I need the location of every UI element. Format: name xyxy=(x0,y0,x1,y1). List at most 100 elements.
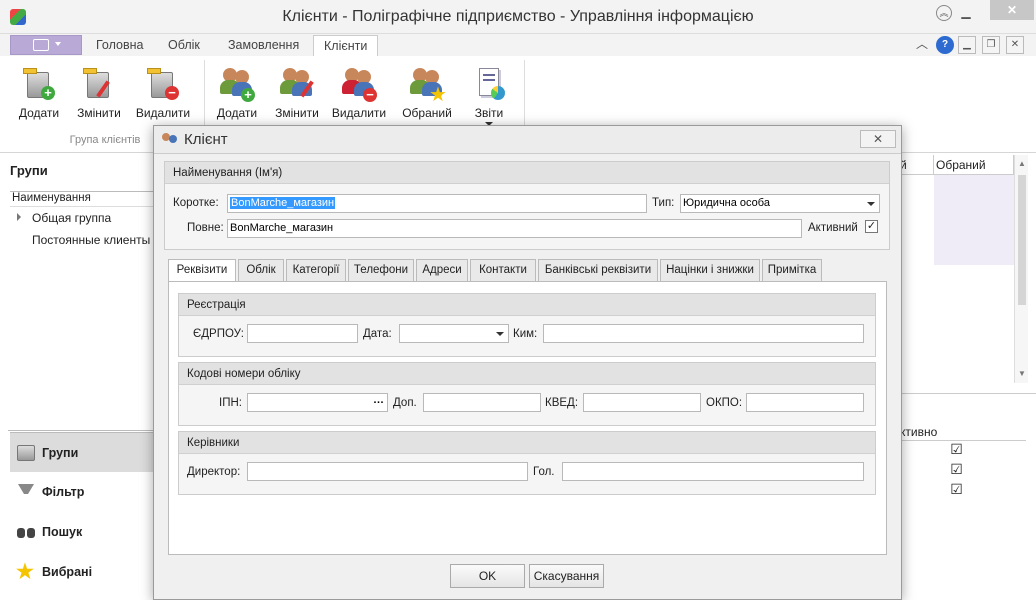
app-menu-icon xyxy=(33,39,49,51)
help-icon[interactable]: ? xyxy=(936,36,954,54)
director-label: Директор: xyxy=(187,466,241,478)
group-add-button[interactable]: + Додати xyxy=(10,60,68,130)
cancel-button[interactable]: Скасування xyxy=(529,564,604,588)
tree-item-regular[interactable]: Постоянные клиенты xyxy=(10,229,156,251)
dialog-title: Клієнт xyxy=(184,131,228,148)
group-edit-icon xyxy=(81,66,117,102)
short-name-input[interactable]: BonMarche_магазин xyxy=(227,194,647,213)
type-select[interactable]: Юридична особа xyxy=(680,194,880,213)
dop-input[interactable] xyxy=(423,393,541,412)
client-edit-button[interactable]: Змінити xyxy=(268,60,326,130)
tab-accounting[interactable]: Облік xyxy=(158,35,210,56)
chevron-down-icon xyxy=(55,42,61,46)
tab-bank[interactable]: Банківські реквізити xyxy=(538,259,658,282)
full-name-input[interactable]: BonMarche_магазин xyxy=(227,219,802,238)
scroll-up-icon[interactable]: ▲ xyxy=(1018,159,1026,168)
tab-categories[interactable]: Категорії xyxy=(286,259,346,282)
tab-note[interactable]: Примітка xyxy=(762,259,822,282)
dialog-close-button[interactable]: ✕ xyxy=(860,130,896,148)
mdi-close-button[interactable]: ✕ xyxy=(1006,36,1024,54)
short-name-value: BonMarche_магазин xyxy=(230,197,336,209)
ipn-input[interactable]: … xyxy=(247,393,388,412)
ipn-more-button[interactable]: … xyxy=(373,394,384,406)
group-delete-button[interactable]: − Видалити xyxy=(134,60,192,130)
group-delete-label: Видалити xyxy=(135,106,191,120)
short-label: Коротке: xyxy=(173,197,219,209)
managers-title: Керівники xyxy=(179,432,875,454)
client-favorite-button[interactable]: ★ Обраний xyxy=(398,60,456,130)
collapse-ribbon-icon[interactable]: ︽ xyxy=(936,5,952,21)
grid2-checkbox[interactable]: ☑ xyxy=(950,482,963,497)
issued-by-label: Ким: xyxy=(513,328,538,340)
ok-button[interactable]: OK xyxy=(450,564,525,588)
type-value: Юридична особа xyxy=(683,197,770,209)
type-label: Тип: xyxy=(652,197,675,209)
okpo-label: ОКПО: xyxy=(706,397,743,409)
nav-filter[interactable]: Фільтр xyxy=(10,472,154,512)
nav-search-label: Пошук xyxy=(42,525,83,539)
active-checkbox[interactable]: ✓ xyxy=(865,220,878,233)
client-dialog: Клієнт ✕ Найменування (Ім'я) Коротке: Bo… xyxy=(153,125,902,600)
requisites-page: Реєстрація ЄДРПОУ: Дата: Ким: Кодові ном… xyxy=(168,281,887,555)
group-add-icon: + xyxy=(21,66,57,102)
group-delete-icon: − xyxy=(145,66,181,102)
grid2-header-active[interactable]: ктивно xyxy=(890,421,1026,441)
grid2-checkbox[interactable]: ☑ xyxy=(950,462,963,477)
managers-group: Керівники Директор: Гол. xyxy=(178,431,876,495)
date-label: Дата: xyxy=(363,328,392,340)
tab-orders[interactable]: Замовлення xyxy=(218,35,309,56)
tab-markups[interactable]: Націнки і знижки xyxy=(660,259,760,282)
issued-by-input[interactable] xyxy=(543,324,864,343)
nav-filter-label: Фільтр xyxy=(42,485,85,499)
tab-accounting[interactable]: Облік xyxy=(238,259,284,282)
reports-label: Звіти xyxy=(474,106,504,120)
client-add-label: Додати xyxy=(216,106,258,120)
grid-header-favorite[interactable]: Обраний xyxy=(934,155,1014,175)
tab-home[interactable]: Головна xyxy=(86,35,154,56)
reports-button[interactable]: Звіти xyxy=(460,60,518,130)
tab-contacts[interactable]: Контакти xyxy=(470,259,536,282)
mdi-minimize-button[interactable]: ▁ xyxy=(958,36,976,54)
mdi-restore-button[interactable]: ❐ xyxy=(982,36,1000,54)
maximize-button[interactable] xyxy=(978,2,988,22)
nav-search[interactable]: Пошук xyxy=(10,512,154,552)
client-favorite-icon: ★ xyxy=(409,66,447,106)
tab-requisites[interactable]: Реквізити xyxy=(168,259,236,283)
grid2-checkbox[interactable]: ☑ xyxy=(950,442,963,457)
active-label: Активний xyxy=(808,222,858,234)
registration-group: Реєстрація ЄДРПОУ: Дата: Ким: xyxy=(178,293,876,357)
client-edit-label: Змінити xyxy=(275,106,319,120)
close-button[interactable]: ✕ xyxy=(990,0,1034,20)
chevron-up-icon[interactable]: ︿ xyxy=(913,36,931,54)
group-edit-label: Змінити xyxy=(77,106,121,120)
tree-item-general[interactable]: Общая группа xyxy=(10,207,156,229)
nav-groups[interactable]: Групи xyxy=(10,432,154,472)
scroll-down-icon[interactable]: ▼ xyxy=(1018,369,1026,378)
registration-title: Реєстрація xyxy=(179,294,875,316)
nav-favorites[interactable]: ★ Вибрані xyxy=(10,552,154,592)
grid-scrollbar[interactable]: ▲ ▼ xyxy=(1014,155,1028,383)
client-add-button[interactable]: + Додати xyxy=(208,60,266,130)
okpo-input[interactable] xyxy=(746,393,864,412)
nav-groups-label: Групи xyxy=(42,446,79,460)
report-icon xyxy=(471,66,507,102)
tab-clients[interactable]: Клієнти xyxy=(313,35,379,56)
grid-row-highlight xyxy=(934,175,1014,265)
tab-phones[interactable]: Телефони xyxy=(348,259,414,282)
director-input[interactable] xyxy=(247,462,528,481)
client-delete-button[interactable]: − Видалити xyxy=(330,60,388,130)
chief-input[interactable] xyxy=(562,462,864,481)
clients-icon xyxy=(162,133,178,147)
minimize-button[interactable]: ▁ xyxy=(956,2,976,22)
edrpou-input[interactable] xyxy=(247,324,358,343)
ipn-label: ІПН: xyxy=(219,397,242,409)
tab-addresses[interactable]: Адреси xyxy=(416,259,468,282)
groups-column-header[interactable]: Наименування xyxy=(10,191,156,207)
codes-title: Кодові номери обліку xyxy=(179,363,875,385)
app-menu-button[interactable] xyxy=(10,35,82,55)
date-picker[interactable] xyxy=(399,324,509,343)
clients-grid: й Обраний ▲ ▼ ктивно ☑ ☑ ☑ xyxy=(890,155,1036,600)
group-edit-button[interactable]: Змінити xyxy=(70,60,128,130)
kved-input[interactable] xyxy=(583,393,701,412)
full-label: Повне: xyxy=(187,222,224,234)
